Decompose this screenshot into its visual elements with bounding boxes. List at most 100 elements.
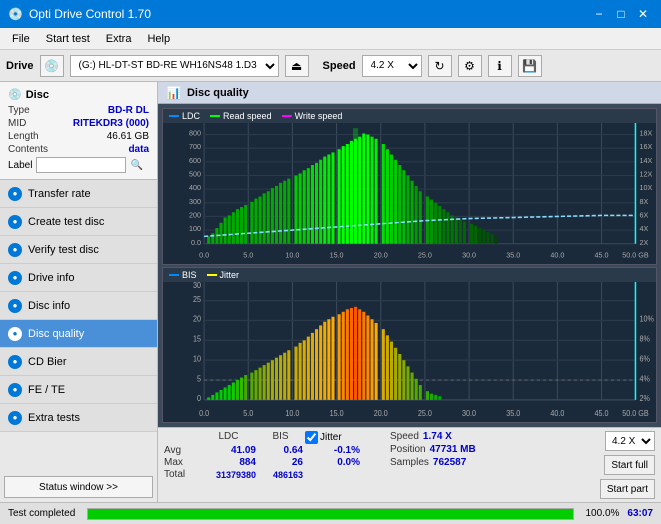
speed-select[interactable]: 4.2 X xyxy=(362,55,422,77)
svg-text:2%: 2% xyxy=(640,393,650,403)
status-text: Test completed xyxy=(8,508,75,519)
disc-info-panel: 💿 Disc Type BD-R DL MID RITEKDR3 (000) L… xyxy=(0,82,157,180)
label-icon[interactable]: 🔍 xyxy=(130,160,142,171)
sidebar-item-disc-quality[interactable]: ● Disc quality xyxy=(0,320,157,348)
nav-items: ● Transfer rate ● Create test disc ● Ver… xyxy=(0,180,157,432)
chart2-svg: 0 5 10 15 20 25 30 2% 4% 6% 8% 10% xyxy=(163,282,656,419)
nav-icon-verify-test-disc: ● xyxy=(8,243,22,257)
sidebar: 💿 Disc Type BD-R DL MID RITEKDR3 (000) L… xyxy=(0,82,158,502)
avg-label: Avg xyxy=(164,445,199,456)
maximize-button[interactable]: □ xyxy=(611,5,631,23)
svg-text:12X: 12X xyxy=(640,169,653,178)
app-title: Opti Drive Control 1.70 xyxy=(29,7,151,21)
chart1-svg: 0.0 100 200 300 400 500 600 700 800 2X 4… xyxy=(163,123,656,260)
svg-text:0: 0 xyxy=(197,393,202,403)
svg-text:10.0: 10.0 xyxy=(285,250,299,259)
svg-text:5.0: 5.0 xyxy=(243,250,253,259)
menu-help[interactable]: Help xyxy=(139,31,178,47)
svg-text:500: 500 xyxy=(189,169,201,178)
svg-text:16X: 16X xyxy=(640,142,653,151)
ldc-max: 884 xyxy=(201,457,256,468)
menu-extra[interactable]: Extra xyxy=(98,31,140,47)
ldc-header: LDC xyxy=(201,431,256,444)
status-time: 63:07 xyxy=(627,508,653,519)
label-input[interactable] xyxy=(36,157,126,173)
samples-label: Samples xyxy=(390,457,429,468)
bis-avg: 0.64 xyxy=(258,445,303,456)
drive-select[interactable]: (G:) HL-DT-ST BD-RE WH16NS48 1.D3 xyxy=(70,55,279,77)
svg-text:50.0 GB: 50.0 GB xyxy=(622,408,648,418)
eject-button[interactable]: ⏏ xyxy=(285,55,309,77)
status-bar: Test completed 100.0% 63:07 xyxy=(0,502,661,524)
nav-icon-disc-info: ● xyxy=(8,299,22,313)
legend-read-speed: Read speed xyxy=(223,111,272,121)
nav-label-verify-test-disc: Verify test disc xyxy=(28,244,99,256)
speed-stat-value: 1.74 X xyxy=(423,431,452,442)
legend-ldc: LDC xyxy=(182,111,200,121)
sidebar-item-extra-tests[interactable]: ● Extra tests xyxy=(0,404,157,432)
stats-bar: LDC BIS Jitter Avg 41.09 0.64 -0.1% Max … xyxy=(158,427,661,502)
save-button[interactable]: 💾 xyxy=(518,55,542,77)
svg-text:4%: 4% xyxy=(640,373,650,383)
sidebar-item-cd-bier[interactable]: ● CD Bier xyxy=(0,348,157,376)
sidebar-item-drive-info[interactable]: ● Drive info xyxy=(0,264,157,292)
legend-jitter: Jitter xyxy=(220,270,240,280)
jitter-avg: -0.1% xyxy=(305,445,360,456)
mid-label: MID xyxy=(8,118,26,129)
refresh-button[interactable]: ↻ xyxy=(428,55,452,77)
disc-panel-title: Disc xyxy=(26,89,49,101)
minimize-button[interactable]: − xyxy=(589,5,609,23)
chart-title-icon: 📊 xyxy=(166,86,181,100)
svg-text:300: 300 xyxy=(189,197,201,206)
close-button[interactable]: ✕ xyxy=(633,5,653,23)
contents-label: Contents xyxy=(8,144,48,155)
nav-label-transfer-rate: Transfer rate xyxy=(28,188,91,200)
type-label: Type xyxy=(8,105,30,116)
svg-text:18X: 18X xyxy=(640,129,653,138)
nav-icon-transfer-rate: ● xyxy=(8,187,22,201)
max-label: Max xyxy=(164,457,199,468)
svg-text:45.0: 45.0 xyxy=(595,408,609,418)
svg-text:40.0: 40.0 xyxy=(550,408,564,418)
sidebar-item-create-test-disc[interactable]: ● Create test disc xyxy=(0,208,157,236)
svg-text:10.0: 10.0 xyxy=(285,408,299,418)
menu-start-test[interactable]: Start test xyxy=(38,31,98,47)
sidebar-item-disc-info[interactable]: ● Disc info xyxy=(0,292,157,320)
svg-text:700: 700 xyxy=(189,142,201,151)
sidebar-item-transfer-rate[interactable]: ● Transfer rate xyxy=(0,180,157,208)
charts-wrapper: LDC Read speed Write speed xyxy=(158,104,661,427)
menu-file[interactable]: File xyxy=(4,31,38,47)
info-button[interactable]: ℹ xyxy=(488,55,512,77)
start-part-button[interactable]: Start part xyxy=(600,479,655,499)
status-window-button[interactable]: Status window >> xyxy=(4,476,153,498)
ldc-avg: 41.09 xyxy=(201,445,256,456)
svg-text:6%: 6% xyxy=(640,353,650,363)
nav-label-extra-tests: Extra tests xyxy=(28,412,80,424)
jitter-checkbox[interactable] xyxy=(305,431,318,444)
svg-text:4X: 4X xyxy=(640,224,649,233)
svg-text:45.0: 45.0 xyxy=(595,250,609,259)
mid-value: RITEKDR3 (000) xyxy=(73,118,149,129)
svg-text:30.0: 30.0 xyxy=(462,250,476,259)
svg-text:25.0: 25.0 xyxy=(418,408,432,418)
legend-write-speed: Write speed xyxy=(295,111,343,121)
sidebar-item-fe-te[interactable]: ● FE / TE xyxy=(0,376,157,404)
drive-icon-btn[interactable]: 💿 xyxy=(40,55,64,77)
svg-text:10%: 10% xyxy=(640,314,654,324)
svg-text:5: 5 xyxy=(197,373,202,383)
speed-action-select[interactable]: 4.2 X xyxy=(605,431,655,451)
start-full-button[interactable]: Start full xyxy=(604,455,655,475)
sidebar-item-verify-test-disc[interactable]: ● Verify test disc xyxy=(0,236,157,264)
settings-button[interactable]: ⚙ xyxy=(458,55,482,77)
svg-text:100: 100 xyxy=(189,224,201,233)
length-label: Length xyxy=(8,131,39,142)
svg-text:25: 25 xyxy=(193,294,202,304)
samples-value: 762587 xyxy=(433,457,466,468)
svg-text:0.0: 0.0 xyxy=(199,250,209,259)
svg-text:0.0: 0.0 xyxy=(199,408,210,418)
nav-label-fe-te: FE / TE xyxy=(28,384,65,396)
svg-text:20.0: 20.0 xyxy=(374,408,388,418)
chart-title-text: Disc quality xyxy=(187,87,249,99)
nav-icon-cd-bier: ● xyxy=(8,355,22,369)
drive-label: Drive xyxy=(6,60,34,72)
